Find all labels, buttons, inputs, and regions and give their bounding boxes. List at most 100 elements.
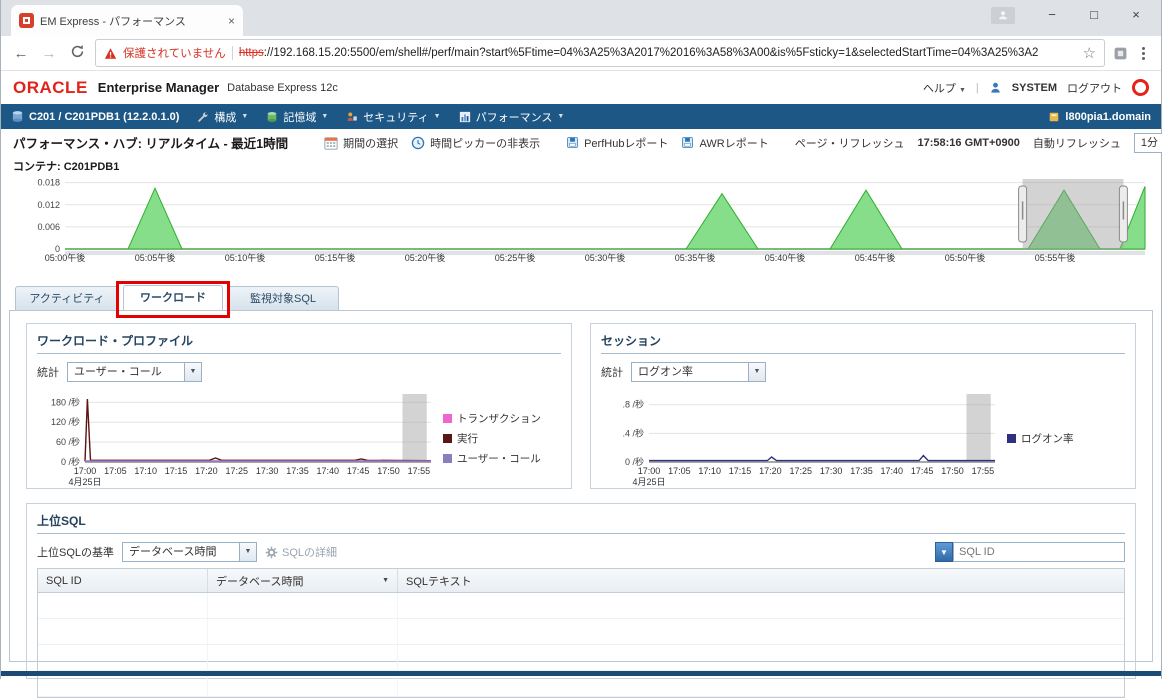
top-sql-criteria-select[interactable]: データベース時間 ▼ (122, 542, 258, 562)
svg-text:60 /秒: 60 /秒 (56, 436, 80, 447)
sort-desc-icon[interactable]: ▼ (382, 577, 389, 584)
em-header: ORACLE Enterprise Manager Database Expre… (1, 71, 1161, 104)
workload-tab-content: ワークロード・プロファイル 統計 ユーザー・コール ▼ 0 /秒 60 /秒 120… (9, 310, 1153, 698)
help-menu[interactable]: ヘルプ ▼ (923, 80, 966, 96)
sql-details-button[interactable]: SQLの詳細 (265, 544, 337, 560)
chevron-down-icon[interactable]: ▼ (240, 542, 258, 562)
chevron-down-icon[interactable]: ▼ (749, 362, 766, 382)
legend-item: トランザクション (443, 411, 551, 426)
browser-address-row: ← → 保護されていません https://192.168.15.20:5500… (1, 36, 1161, 71)
svg-text:05:55午後: 05:55午後 (1035, 252, 1076, 263)
tab-monitored-sql[interactable]: 監視対象SQL (227, 286, 339, 310)
svg-text:17:55: 17:55 (972, 466, 995, 476)
column-header-sql-id[interactable]: SQL ID (38, 569, 208, 592)
top-sql-criteria-label: 上位SQLの基準 (37, 547, 115, 559)
session-panel: セッション 統計 ログオン率 ▼ 0 /秒 .4 /秒 .8 /秒 17:00 17:0… (590, 323, 1136, 489)
menu-performance[interactable]: パフォーマンス ▼ (459, 109, 565, 125)
browser-profile-icon[interactable] (991, 6, 1015, 24)
tab-workload[interactable]: ワークロード (123, 285, 223, 310)
column-header-db-time[interactable]: データベース時間 ▼ (208, 569, 398, 592)
security-icon (346, 111, 358, 123)
svg-text:17:25: 17:25 (225, 466, 248, 476)
browser-tab[interactable]: EM Express - パフォーマンス × (11, 5, 243, 36)
extension-icon[interactable] (1113, 46, 1128, 61)
svg-text:17:05: 17:05 (104, 466, 127, 476)
legend-swatch (443, 413, 452, 423)
legend-swatch (1007, 433, 1016, 443)
window-close-button[interactable]: × (1115, 0, 1157, 30)
window-maximize-button[interactable]: □ (1073, 0, 1115, 30)
bookmark-star-icon[interactable]: ☆ (1083, 44, 1096, 62)
header-right-cluster: ヘルプ ▼ | SYSTEM ログアウト (923, 79, 1149, 96)
menu-config[interactable]: 構成 ▼ (197, 109, 248, 125)
browser-menu-icon[interactable] (1136, 46, 1151, 60)
panel-title: ワークロード・プロファイル (37, 332, 561, 354)
perfhub-report-button[interactable]: PerfHubレポート (566, 135, 668, 151)
column-header-sql-text[interactable]: SQLテキスト (398, 569, 1124, 592)
auto-refresh-select[interactable]: 1分 ▼ (1133, 132, 1162, 153)
activity-timeline[interactable]: 0 0.006 0.012 0.018 05:00午後 05:05午後 05:10午後 05:… (1, 174, 1161, 271)
session-stat-select[interactable]: ログオン率 ▼ (631, 362, 766, 382)
workload-chart[interactable]: 0 /秒60 /秒120 /秒180 /秒17:00 17:05 17:10 17:1… (37, 386, 437, 490)
search-category-icon[interactable]: ▼ (935, 542, 953, 562)
workload-profile-panel: ワークロード・プロファイル 統計 ユーザー・コール ▼ 0 /秒 60 /秒 120… (26, 323, 572, 489)
svg-text:120 /秒: 120 /秒 (51, 416, 80, 427)
svg-text:17:05: 17:05 (668, 466, 691, 476)
url-text[interactable]: https://192.168.15.20:5500/em/shell#/per… (239, 47, 1077, 59)
svg-text:17:55: 17:55 (408, 466, 431, 476)
perfhub-report-label: PerfHubレポート (584, 137, 669, 150)
legend-item: ログオン率 (1007, 431, 1115, 446)
svg-text:17:35: 17:35 (850, 466, 873, 476)
security-warning-icon (104, 47, 117, 60)
legend-item: ユーザー・コール (443, 451, 551, 466)
svg-text:0.012: 0.012 (37, 200, 60, 210)
menu-storage[interactable]: 記憶域 ▼ (266, 109, 328, 125)
menu-security[interactable]: セキュリティ ▼ (346, 109, 441, 125)
storage-icon (266, 111, 278, 123)
svg-text:17:50: 17:50 (941, 466, 964, 476)
hide-time-picker-label: 時間ピッカーの非表示 (430, 137, 541, 150)
back-icon[interactable]: ← (11, 45, 31, 62)
legend-item: 実行 (443, 431, 551, 446)
chevron-down-icon: ▼ (958, 86, 966, 94)
column-header-label: データベース時間 (216, 575, 304, 588)
logged-in-user[interactable]: SYSTEM (1012, 82, 1057, 94)
svg-text:05:45午後: 05:45午後 (855, 252, 896, 263)
svg-text:17:35: 17:35 (286, 466, 309, 476)
awr-report-button[interactable]: AWRレポート (681, 135, 769, 151)
tab-close-icon[interactable]: × (228, 14, 235, 28)
svg-text:17:30: 17:30 (256, 466, 279, 476)
security-warning-text[interactable]: 保護されていません (123, 45, 226, 61)
perf-hub-tabs: アクティビティ ワークロード 監視対象SQL (15, 281, 1161, 318)
forward-icon[interactable]: → (39, 45, 59, 62)
address-bar[interactable]: 保護されていません https://192.168.15.20:5500/em/… (95, 39, 1105, 67)
svg-text:17:30: 17:30 (820, 466, 843, 476)
sql-id-search-input[interactable] (953, 542, 1125, 562)
container-label: コンテナ: (13, 161, 61, 173)
chevron-down-icon: ▼ (557, 113, 565, 120)
window-controls: − □ × (991, 0, 1157, 30)
sql-search: ▼ (935, 542, 1125, 562)
session-chart[interactable]: 0 /秒.4 /秒.8 /秒17:00 17:05 17:10 17:15 17:20 1… (601, 386, 1001, 490)
host-indicator: l800pia1.domain (1048, 111, 1151, 123)
legend-label: ログオン率 (1021, 432, 1074, 445)
tab-activity[interactable]: アクティビティ (15, 286, 119, 310)
logout-link[interactable]: ログアウト (1067, 80, 1122, 96)
svg-text:17:00: 17:00 (74, 466, 97, 476)
url-scheme: https (238, 47, 264, 59)
hide-time-picker-button[interactable]: 時間ピッカーの非表示 (411, 135, 540, 151)
window-minimize-button[interactable]: − (1031, 0, 1073, 30)
chevron-down-icon[interactable]: ▼ (185, 362, 202, 382)
database-home-item[interactable]: C201 / C201PDB1 (12.2.0.1.0) (11, 110, 179, 123)
stat-label: 統計 (601, 367, 623, 379)
svg-text:05:35午後: 05:35午後 (675, 252, 716, 263)
svg-text:17:20: 17:20 (195, 466, 218, 476)
reload-icon[interactable] (67, 44, 87, 63)
stat-label: 統計 (37, 367, 59, 379)
workload-stat-select[interactable]: ユーザー・コール ▼ (67, 362, 202, 382)
period-select-button[interactable]: 期間の選択 (324, 135, 398, 151)
perf-hub-toolbar: パフォーマンス・ハブ: リアルタイム - 最近1時間 期間の選択 時間ピッカーの… (1, 129, 1162, 156)
menu-performance-label: パフォーマンス (475, 111, 553, 124)
clock-icon (411, 136, 425, 150)
legend-label: ユーザー・コール (457, 452, 541, 465)
